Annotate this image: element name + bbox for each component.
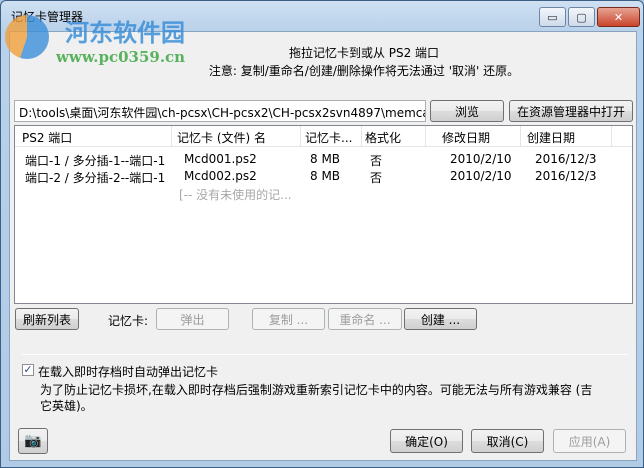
auto-eject-label[interactable]: 在载入即时存档时自动弹出记忆卡 bbox=[38, 363, 218, 380]
created-cell: 2016/12/3 bbox=[535, 152, 597, 166]
memory-card-label: 记忆卡: bbox=[108, 314, 149, 328]
port-cell: 端口-2 / 多分插-2--端口-1 bbox=[25, 171, 166, 185]
camera-icon: 📷 bbox=[24, 433, 42, 449]
formatted-cell: 否 bbox=[370, 154, 383, 168]
memory-card-list[interactable]: PS2 端口 记忆卡 (文件) 名 记忆卡... 格式化 修改日期 创建日期 端… bbox=[14, 125, 633, 304]
cancel-button[interactable]: 取消(C) bbox=[471, 429, 544, 453]
auto-eject-checkbox[interactable]: ✓ bbox=[22, 364, 34, 376]
auto-eject-description: 为了防止记忆卡损坏,在载入即时存档后强制游戏重新索引记忆卡中的内容。可能无法与所… bbox=[40, 383, 593, 413]
rename-button[interactable]: 重命名 ... bbox=[328, 308, 402, 330]
size-cell: 8 MB bbox=[310, 152, 341, 166]
copy-button[interactable]: 复制 ... bbox=[252, 308, 325, 330]
watermark-url: www.pc0359.cn bbox=[56, 48, 186, 66]
apply-button[interactable]: 应用(A) bbox=[553, 429, 626, 453]
column-header-formatted[interactable]: 格式化 bbox=[365, 129, 401, 147]
dialog-body: 拖拉记忆卡到或从 PS2 端口 注意: 复制/重命名/创建/删除操作将无法通过 … bbox=[9, 31, 637, 461]
memcards-path-input[interactable]: D:\tools\桌面\河东软件园\ch-pcsx\CH-pcsx2\CH-pc… bbox=[14, 100, 426, 122]
modified-cell: 2010/2/10 bbox=[450, 169, 512, 183]
browse-button[interactable]: 浏览 bbox=[430, 100, 504, 122]
column-header-filename[interactable]: 记忆卡 (文件) 名 bbox=[177, 129, 266, 147]
refresh-list-button[interactable]: 刷新列表 bbox=[15, 308, 79, 330]
column-header-created[interactable]: 创建日期 bbox=[527, 129, 575, 147]
maximize-button[interactable]: ▢ bbox=[568, 7, 595, 27]
minimize-button[interactable]: ▭ bbox=[539, 7, 566, 27]
ok-button[interactable]: 确定(O) bbox=[390, 429, 463, 453]
create-button[interactable]: 创建 ... bbox=[404, 308, 477, 330]
divider bbox=[22, 354, 628, 355]
filename-cell: Mcd002.ps2 bbox=[184, 169, 257, 183]
window-frame: 记忆卡管理器 ▭ ▢ ✕ 拖拉记忆卡到或从 PS2 端口 注意: 复制/重命名/… bbox=[0, 0, 644, 468]
port-cell: 端口-1 / 多分插-1--端口-1 bbox=[25, 154, 166, 168]
filename-cell: Mcd001.ps2 bbox=[184, 152, 257, 166]
column-header-size[interactable]: 记忆卡... bbox=[305, 129, 352, 147]
watermark-logo bbox=[5, 15, 49, 59]
created-cell: 2016/12/3 bbox=[535, 169, 597, 183]
close-button[interactable]: ✕ bbox=[597, 7, 640, 27]
screenshot-camera-button[interactable]: 📷 bbox=[18, 428, 48, 454]
empty-slot-hint[interactable]: [-- 没有未使用的记... bbox=[179, 186, 292, 203]
open-in-explorer-button[interactable]: 在资源管理器中打开 bbox=[509, 100, 633, 122]
size-cell: 8 MB bbox=[310, 169, 341, 183]
watermark-name: 河东软件园 bbox=[65, 18, 185, 47]
list-header: PS2 端口 记忆卡 (文件) 名 记忆卡... 格式化 修改日期 创建日期 bbox=[15, 126, 632, 147]
column-header-modified[interactable]: 修改日期 bbox=[442, 129, 490, 147]
formatted-cell: 否 bbox=[370, 171, 383, 185]
modified-cell: 2010/2/10 bbox=[450, 152, 512, 166]
column-header-port[interactable]: PS2 端口 bbox=[22, 129, 72, 147]
eject-button[interactable]: 弹出 bbox=[156, 308, 229, 330]
